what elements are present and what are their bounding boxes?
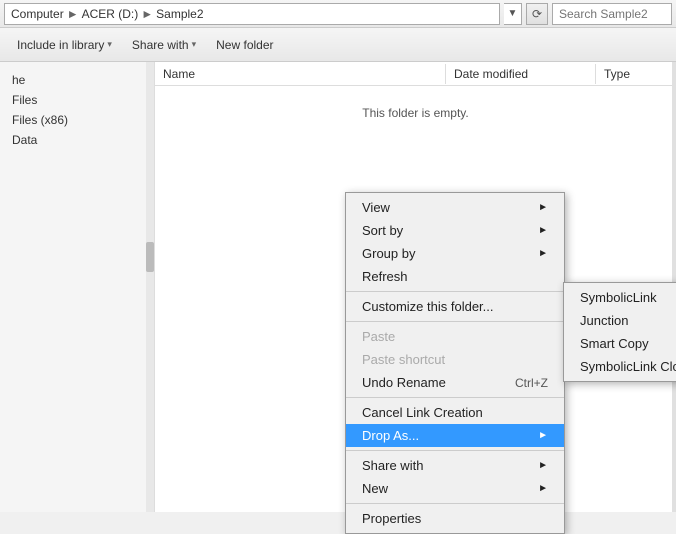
menu-item-drop-as-label: Drop As... xyxy=(362,428,419,443)
include-library-button[interactable]: Include in library ▾ xyxy=(8,32,121,58)
main-area: he Files Files (x86) Data Name Date modi… xyxy=(0,62,676,512)
address-dropdown-button[interactable]: ▼ xyxy=(504,3,522,25)
sidebar-scroll: he Files Files (x86) Data xyxy=(0,62,154,512)
content-area: Name Date modified Type This folder is e… xyxy=(155,62,676,512)
submenu-item-smartcopy-label: Smart Copy xyxy=(580,336,649,351)
column-date-modified[interactable]: Date modified xyxy=(446,64,596,84)
path-computer: Computer xyxy=(11,7,64,21)
menu-item-refresh-label: Refresh xyxy=(362,269,408,284)
menu-item-drop-as[interactable]: Drop As... ► xyxy=(346,424,564,447)
menu-item-undo-rename[interactable]: Undo Rename Ctrl+Z xyxy=(346,371,564,394)
submenu-item-symboliclinkclone-label: SymbolicLink Clone xyxy=(580,359,676,374)
address-path[interactable]: Computer ► ACER (D:) ► Sample2 xyxy=(4,3,500,25)
menu-item-view[interactable]: View ► xyxy=(346,196,564,219)
context-menu: View ► Sort by ► Group by ► Refresh Cust… xyxy=(345,192,565,534)
share-with-label: Share with xyxy=(132,38,189,52)
address-bar: Computer ► ACER (D:) ► Sample2 ▼ ⟳ xyxy=(0,0,676,28)
sidebar-item-0[interactable]: he xyxy=(0,70,154,90)
sidebar: he Files Files (x86) Data xyxy=(0,62,155,512)
menu-item-view-label: View xyxy=(362,200,390,215)
menu-item-undo-rename-shortcut: Ctrl+Z xyxy=(515,376,548,390)
menu-item-properties-label: Properties xyxy=(362,511,421,526)
sidebar-scrollbar-thumb xyxy=(146,242,154,272)
sidebar-item-3[interactable]: Data xyxy=(0,130,154,150)
content-body: This folder is empty. xyxy=(155,86,676,140)
menu-item-share-with-label: Share with xyxy=(362,458,423,473)
menu-item-share-with[interactable]: Share with ► xyxy=(346,454,564,477)
menu-item-share-with-arrow: ► xyxy=(538,460,548,471)
menu-item-new-arrow: ► xyxy=(538,483,548,494)
submenu-item-symboliclink-label: SymbolicLink xyxy=(580,290,657,305)
submenu-item-smartcopy[interactable]: Smart Copy xyxy=(564,332,676,355)
menu-item-undo-rename-label: Undo Rename xyxy=(362,375,446,390)
menu-item-cancel-link[interactable]: Cancel Link Creation xyxy=(346,401,564,424)
include-library-label: Include in library xyxy=(17,38,104,52)
menu-separator-4 xyxy=(346,450,564,451)
search-input[interactable] xyxy=(552,3,672,25)
share-with-arrow: ▾ xyxy=(192,39,197,50)
menu-item-sortby[interactable]: Sort by ► xyxy=(346,219,564,242)
include-library-arrow: ▾ xyxy=(107,39,112,50)
column-type[interactable]: Type xyxy=(596,64,676,84)
menu-item-groupby-label: Group by xyxy=(362,246,415,261)
column-name[interactable]: Name xyxy=(155,64,446,84)
separator-1: ► xyxy=(67,7,79,21)
menu-separator-3 xyxy=(346,397,564,398)
menu-item-sortby-arrow: ► xyxy=(538,225,548,236)
menu-item-new-label: New xyxy=(362,481,388,496)
share-with-button[interactable]: Share with ▾ xyxy=(123,32,205,58)
menu-item-groupby[interactable]: Group by ► xyxy=(346,242,564,265)
menu-separator-2 xyxy=(346,321,564,322)
submenu-item-symboliclinkclone[interactable]: SymbolicLink Clone xyxy=(564,355,676,378)
path-drive: ACER (D:) xyxy=(82,7,139,21)
new-folder-label: New folder xyxy=(216,38,273,52)
menu-item-properties[interactable]: Properties xyxy=(346,507,564,530)
sidebar-item-1[interactable]: Files xyxy=(0,90,154,110)
submenu-item-junction[interactable]: Junction xyxy=(564,309,676,332)
menu-item-refresh[interactable]: Refresh xyxy=(346,265,564,288)
menu-item-customize[interactable]: Customize this folder... xyxy=(346,295,564,318)
menu-item-new[interactable]: New ► xyxy=(346,477,564,500)
menu-separator-5 xyxy=(346,503,564,504)
sidebar-scrollbar[interactable] xyxy=(146,62,154,512)
sidebar-item-2[interactable]: Files (x86) xyxy=(0,110,154,130)
toolbar: Include in library ▾ Share with ▾ New fo… xyxy=(0,28,676,62)
menu-item-view-arrow: ► xyxy=(538,202,548,213)
new-folder-button[interactable]: New folder xyxy=(207,32,282,58)
menu-separator-1 xyxy=(346,291,564,292)
menu-item-groupby-arrow: ► xyxy=(538,248,548,259)
menu-item-paste[interactable]: Paste xyxy=(346,325,564,348)
separator-2: ► xyxy=(141,7,153,21)
menu-item-drop-as-arrow: ► xyxy=(538,430,548,441)
path-folder: Sample2 xyxy=(156,7,203,21)
menu-item-sortby-label: Sort by xyxy=(362,223,403,238)
menu-item-customize-label: Customize this folder... xyxy=(362,299,494,314)
submenu-dropas: SymbolicLink Junction Smart Copy Symboli… xyxy=(563,282,676,382)
submenu-item-symboliclink[interactable]: SymbolicLink xyxy=(564,286,676,309)
submenu-item-junction-label: Junction xyxy=(580,313,628,328)
menu-item-paste-label: Paste xyxy=(362,329,395,344)
menu-item-paste-shortcut[interactable]: Paste shortcut xyxy=(346,348,564,371)
menu-item-paste-shortcut-label: Paste shortcut xyxy=(362,352,445,367)
refresh-button[interactable]: ⟳ xyxy=(526,3,548,25)
column-header: Name Date modified Type xyxy=(155,62,676,86)
menu-item-cancel-link-label: Cancel Link Creation xyxy=(362,405,483,420)
empty-message: This folder is empty. xyxy=(362,106,468,120)
